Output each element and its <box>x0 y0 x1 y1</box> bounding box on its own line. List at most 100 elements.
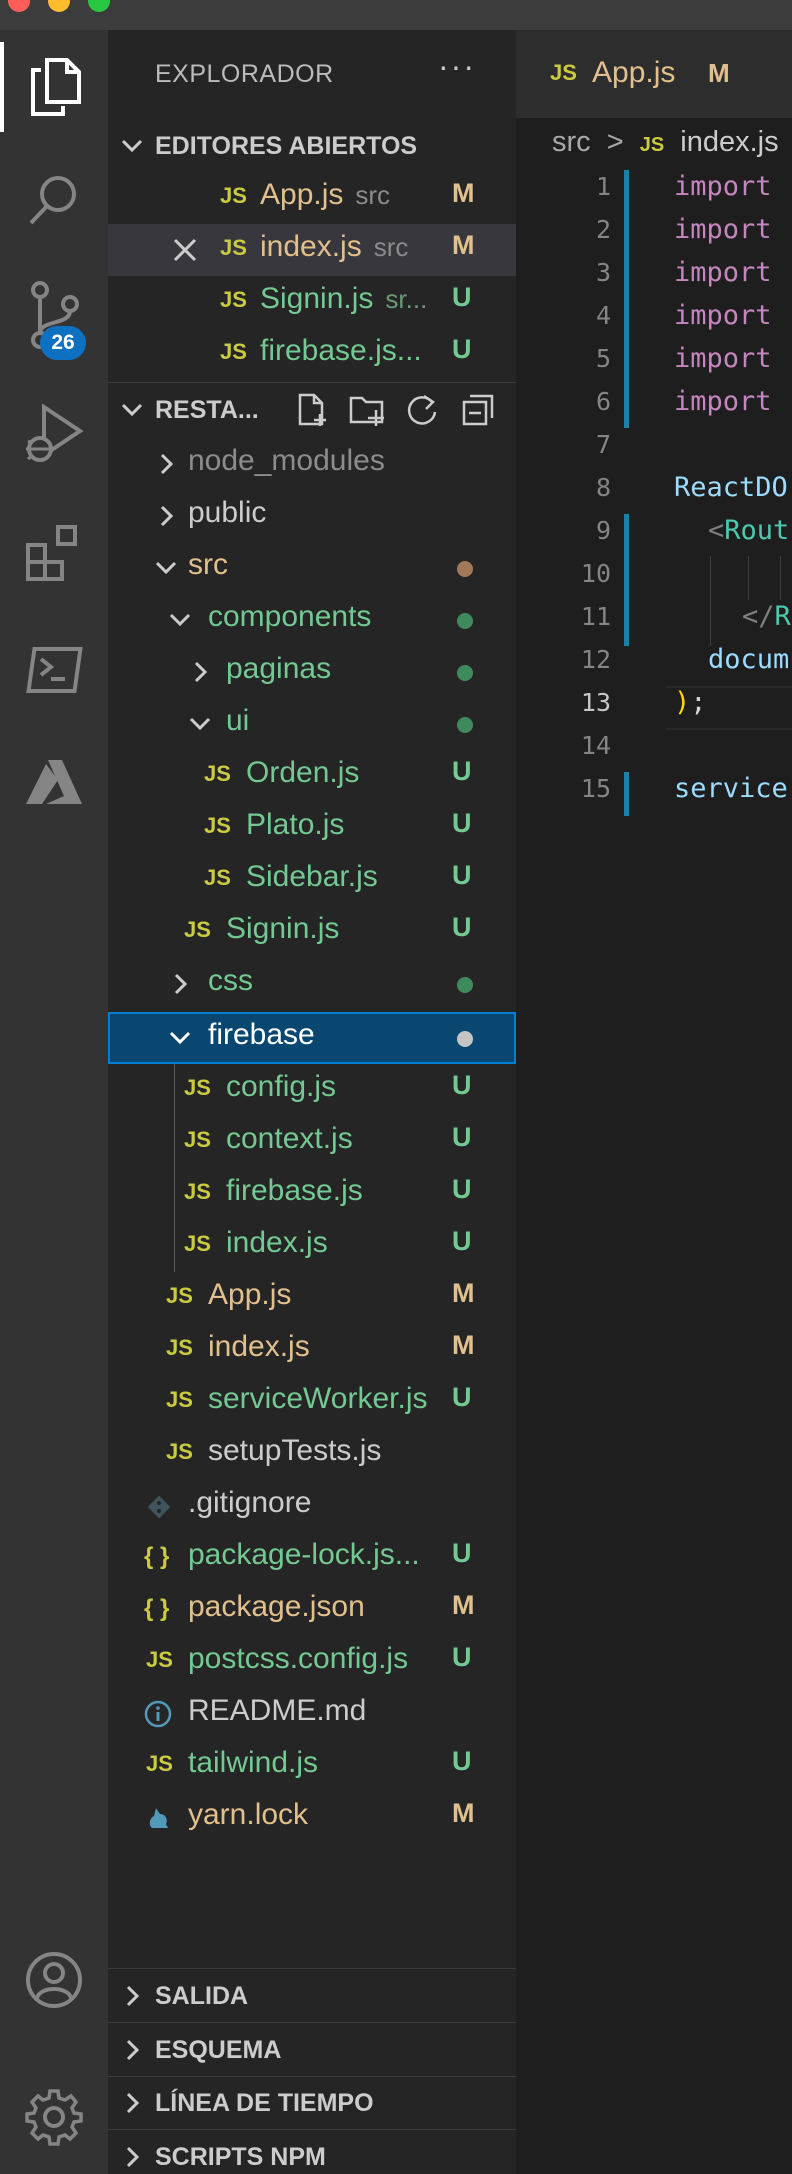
js-file-icon: JS <box>184 1179 211 1204</box>
activity-bar: 26 <box>0 30 108 2174</box>
paren: ) <box>674 687 691 718</box>
git-status: M <box>452 1278 475 1308</box>
panel-npm-scripts-header[interactable]: SCRIPTS NPM <box>108 2131 516 2174</box>
code-line[interactable]: import <box>674 257 772 288</box>
code-line[interactable]: import <box>674 300 772 331</box>
tree-item-folder-selected[interactable]: firebase <box>108 1012 516 1064</box>
tree-item-folder[interactable]: css <box>108 958 516 1010</box>
jsx-tag: R <box>774 601 791 632</box>
code-line[interactable]: docum <box>708 644 789 675</box>
folder-name: node_modules <box>188 444 385 477</box>
tree-item-folder[interactable]: components <box>108 594 516 646</box>
new-file-icon[interactable] <box>294 392 330 428</box>
chevron-right-icon <box>160 505 174 527</box>
folder-name: ui <box>226 704 250 737</box>
tree-item-file[interactable]: JS setupTests.js <box>108 1428 516 1480</box>
tree-item-file[interactable]: README.md <box>108 1688 516 1740</box>
refresh-icon[interactable] <box>404 392 440 428</box>
git-status: U <box>452 756 472 786</box>
code-line[interactable]: ); <box>674 687 707 718</box>
tree-item-file[interactable]: { } package-lock.js... U <box>108 1532 516 1584</box>
untracked-dot-icon <box>457 613 473 629</box>
explorer-header: EXPLORADOR ··· <box>108 30 516 120</box>
new-folder-icon[interactable] <box>348 392 386 428</box>
extensions-icon[interactable] <box>0 508 108 598</box>
panel-timeline-header[interactable]: LÍNEA DE TIEMPO <box>108 2077 516 2129</box>
tree-item-file[interactable]: JS Sidebar.js U <box>108 854 516 906</box>
project-folder-header[interactable]: RESTA... <box>108 384 516 436</box>
breadcrumb: src > JS index.js <box>552 126 779 159</box>
js-file-icon: JS <box>220 183 247 208</box>
chevron-down-icon <box>121 403 143 417</box>
js-file-icon: JS <box>220 339 247 364</box>
tree-item-file[interactable]: JS Orden.js U <box>108 750 516 802</box>
tree-item-file[interactable]: .gitignore <box>108 1480 516 1532</box>
tree-item-folder[interactable]: public <box>108 490 516 542</box>
more-actions-icon[interactable]: ··· <box>438 48 476 85</box>
jsx-bracket: </ <box>742 601 775 632</box>
tree-item-file[interactable]: yarn.lock M <box>108 1792 516 1844</box>
tree-item-file[interactable]: JS postcss.config.js U <box>108 1636 516 1688</box>
tree-item-folder[interactable]: node_modules <box>108 438 516 490</box>
tree-item-file[interactable]: JS App.js M <box>108 1272 516 1324</box>
open-editor-item[interactable]: JS firebase.js... U <box>108 328 516 380</box>
chevron-right-icon <box>126 2039 140 2061</box>
explorer-icon[interactable] <box>0 42 108 132</box>
accounts-icon[interactable] <box>0 1935 108 2025</box>
code-line[interactable]: import <box>674 214 772 245</box>
breadcrumb-file[interactable]: index.js <box>680 126 778 158</box>
indent-guide <box>710 556 711 646</box>
collapse-all-icon[interactable] <box>460 392 496 428</box>
manage-gear-icon[interactable] <box>0 2072 108 2162</box>
tree-item-file[interactable]: JS Signin.js U <box>108 906 516 958</box>
tree-item-folder[interactable]: ui <box>108 698 516 750</box>
jsx-tag: Rout <box>724 515 790 546</box>
maximize-window-button[interactable] <box>88 0 110 12</box>
remote-explorer-icon[interactable] <box>0 625 108 715</box>
open-editors-header[interactable]: EDITORES ABIERTOS <box>108 120 516 172</box>
tree-item-file[interactable]: JS index.js U <box>108 1220 516 1272</box>
panel-salida-header[interactable]: SALIDA <box>108 1970 516 2022</box>
minimize-window-button[interactable] <box>48 0 70 12</box>
file-name: firebase.js... <box>260 334 422 367</box>
tree-item-file[interactable]: JS index.js M <box>108 1324 516 1376</box>
line-number: 9 <box>595 516 611 545</box>
code-line[interactable]: <Rout <box>708 515 789 546</box>
run-debug-icon[interactable] <box>0 390 108 480</box>
line-number: 15 <box>580 774 611 803</box>
tree-item-folder[interactable]: src <box>108 542 516 594</box>
line-number: 1 <box>595 172 611 201</box>
open-editor-item[interactable]: JS Signin.js sr... U <box>108 276 516 328</box>
code-line[interactable]: ReactDO <box>674 472 788 503</box>
close-window-button[interactable] <box>8 0 30 12</box>
code-line[interactable]: service <box>674 773 788 804</box>
gutter-modified-bar <box>624 514 629 646</box>
code-line[interactable]: import <box>674 386 772 417</box>
tree-item-file[interactable]: { } package.json M <box>108 1584 516 1636</box>
code-line[interactable]: </R <box>742 601 791 632</box>
tree-item-file[interactable]: JS firebase.js U <box>108 1168 516 1220</box>
code-line[interactable]: import <box>674 171 772 202</box>
tree-item-folder[interactable]: paginas <box>108 646 516 698</box>
code-line[interactable]: import <box>674 343 772 374</box>
azure-icon[interactable] <box>0 738 108 828</box>
open-editor-item[interactable]: JS App.js src M <box>108 172 516 224</box>
breadcrumb-folder[interactable]: src <box>552 126 591 158</box>
close-icon[interactable] <box>172 237 198 263</box>
untracked-dot-icon <box>457 1031 473 1047</box>
open-editor-item-active[interactable]: JS index.js src M <box>108 224 516 276</box>
panel-esquema-header[interactable]: ESQUEMA <box>108 2024 516 2076</box>
open-editors-label: EDITORES ABIERTOS <box>155 132 418 160</box>
tree-item-file[interactable]: JS config.js U <box>108 1064 516 1116</box>
folder-name: public <box>188 496 267 529</box>
search-icon[interactable] <box>0 155 108 245</box>
source-control-icon[interactable]: 26 <box>0 270 108 360</box>
tree-item-file[interactable]: JS Plato.js U <box>108 802 516 854</box>
line-number-current: 13 <box>580 688 611 717</box>
tree-item-file[interactable]: JS tailwind.js U <box>108 1740 516 1792</box>
file-name: Sidebar.js <box>246 860 378 893</box>
chevron-right-icon <box>126 1985 140 2007</box>
tree-item-file[interactable]: JS context.js U <box>108 1116 516 1168</box>
tree-item-file[interactable]: JS serviceWorker.js U <box>108 1376 516 1428</box>
editor-tab[interactable]: JS App.js M <box>516 30 792 118</box>
